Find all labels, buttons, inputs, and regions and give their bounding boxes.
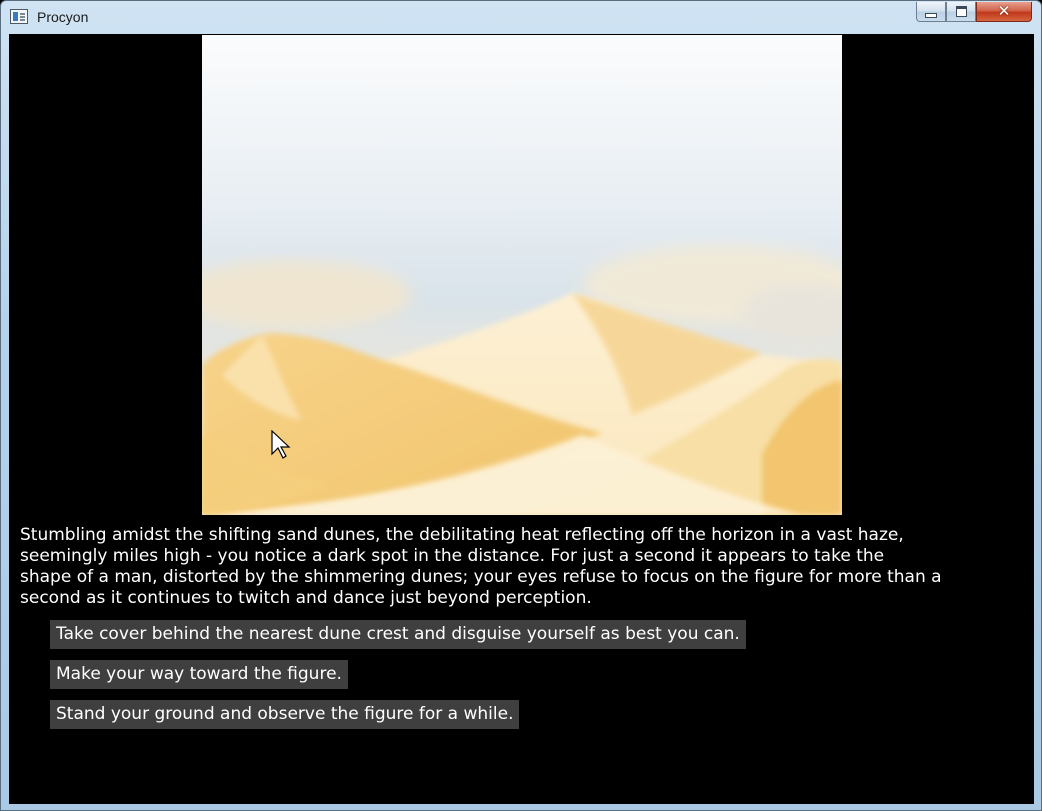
title-bar[interactable]: Procyon ✕ [1,1,1041,34]
story-line: seemingly miles high - you notice a dark… [20,546,885,566]
close-icon: ✕ [997,2,1011,20]
minimize-button[interactable] [916,2,946,22]
game-viewport[interactable]: Stumbling amidst the shifting sand dunes… [9,34,1034,804]
close-button[interactable]: ✕ [976,2,1032,22]
window-title: Procyon [37,9,89,25]
minimize-icon [925,13,937,18]
window-app-icon[interactable] [10,9,28,24]
story-line: shape of a man, distorted by the shimmer… [20,567,942,587]
game-window: Procyon ✕ Stumbling amidst the shifting … [0,0,1042,811]
story-text: Stumbling amidst the shifting sand dunes… [20,525,1020,609]
story-line: second as it continues to twitch and dan… [20,588,592,608]
choice-take-cover[interactable]: Take cover behind the nearest dune crest… [50,620,746,649]
story-line: Stumbling amidst the shifting sand dunes… [20,525,904,545]
maximize-icon [955,6,967,17]
choice-approach-figure[interactable]: Make your way toward the figure. [50,660,348,689]
maximize-button[interactable] [946,2,976,22]
choice-observe-figure[interactable]: Stand your ground and observe the figure… [50,700,520,729]
mouse-pointer-icon [271,430,291,459]
